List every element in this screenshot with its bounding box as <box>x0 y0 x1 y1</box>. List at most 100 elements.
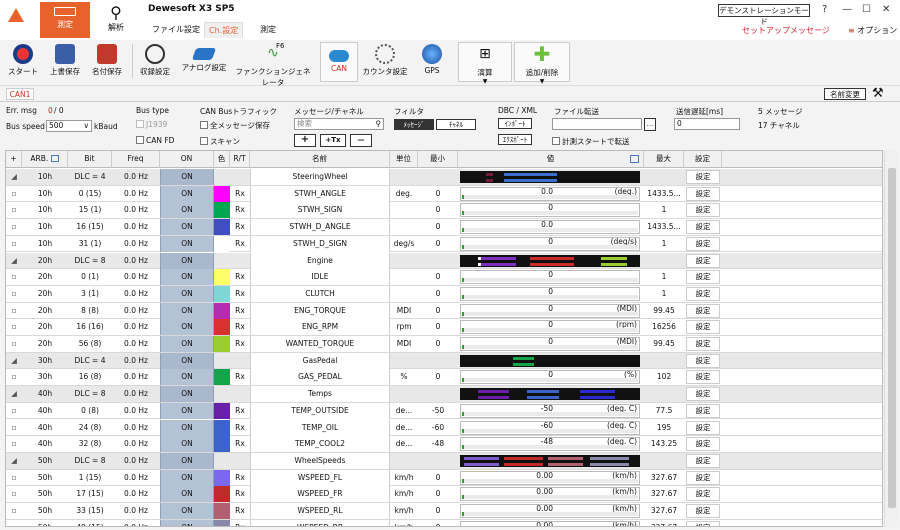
row-handle-icon[interactable]: ▫ <box>6 420 22 436</box>
settings-button[interactable]: 設定 <box>686 387 720 402</box>
on-toggle[interactable]: ON <box>160 419 214 436</box>
can-fd-checkbox[interactable]: CAN FD <box>136 136 174 145</box>
max-cell[interactable]: 1 <box>644 286 684 302</box>
settings-button[interactable]: 設定 <box>686 337 720 351</box>
on-toggle[interactable]: ON <box>160 336 214 352</box>
minimize-button[interactable]: — <box>842 4 852 15</box>
channel-row[interactable]: ▫ 40h 24 (8) 0.0 Hz ON Rx TEMP_OIL de... -60 -60(… <box>6 419 882 437</box>
settings-button[interactable]: 設定 <box>686 370 720 385</box>
on-toggle[interactable]: ON <box>160 235 214 252</box>
name-cell[interactable]: GAS_PEDAL <box>250 369 390 386</box>
unit-cell[interactable]: km/h <box>390 486 418 502</box>
min-cell[interactable]: 0 <box>418 186 458 202</box>
max-cell[interactable]: 1433.5... <box>644 219 684 235</box>
unit-cell[interactable]: de... <box>390 403 418 419</box>
min-cell[interactable]: 0 <box>418 219 458 235</box>
name-cell[interactable]: ENG_RPM <box>250 319 390 336</box>
channel-color-swatch[interactable] <box>214 369 230 386</box>
settings-button[interactable]: 設定 <box>686 403 720 418</box>
scan-checkbox[interactable]: スキャン <box>200 136 240 147</box>
vertical-scrollbar[interactable] <box>884 150 897 527</box>
channel-color-swatch[interactable] <box>214 436 230 453</box>
acquisition-settings-button[interactable]: 収録設定 <box>136 42 174 82</box>
min-cell[interactable]: 0 <box>418 520 458 526</box>
on-toggle[interactable]: ON <box>160 436 214 453</box>
min-cell[interactable]: 0 <box>418 303 458 319</box>
channel-color-swatch[interactable] <box>214 302 230 319</box>
message-row[interactable]: ◢ 40h DLC = 8 0.0 Hz ON Temps 設定 <box>6 386 882 403</box>
row-handle-icon[interactable]: ▫ <box>6 303 22 319</box>
file-transfer-input[interactable] <box>552 118 642 130</box>
add-tx-button[interactable]: +Tx <box>320 134 346 147</box>
start-button[interactable]: スタート <box>6 42 40 82</box>
name-cell[interactable]: SteeringWheel <box>250 169 390 185</box>
channel-row[interactable]: ▫ 20h 8 (8) 0.0 Hz ON Rx ENG_TORQUE MDI 0 0 (MDI) 9… <box>6 302 882 320</box>
on-toggle[interactable]: ON <box>160 169 214 185</box>
import-button[interactable]: ｲﾝﾎﾟｰﾄ <box>498 118 532 129</box>
tab-measure[interactable]: 測定 <box>256 22 280 37</box>
overwrite-save-button[interactable]: 上書保存 <box>46 42 84 82</box>
name-cell[interactable]: WheelSpeeds <box>250 452 390 469</box>
header-expand[interactable]: + <box>6 151 22 168</box>
max-cell[interactable]: 16256 <box>644 319 684 335</box>
name-cell[interactable]: WSPEED_RR <box>250 519 390 526</box>
channel-row[interactable]: ▫ 20h 16 (16) 0.0 Hz ON Rx ENG_RPM rpm 0 0 (rpm) 16… <box>6 319 882 336</box>
j1939-checkbox[interactable]: J1939 <box>136 120 167 129</box>
min-cell[interactable]: 0 <box>418 470 458 486</box>
demo-mode-button[interactable]: デモンストレーションモード <box>718 4 810 26</box>
max-cell[interactable]: 102 <box>644 369 684 385</box>
max-cell[interactable]: 327.67 <box>644 503 684 519</box>
name-cell[interactable]: IDLE <box>250 269 390 286</box>
unit-cell[interactable]: de... <box>390 420 418 436</box>
search-input[interactable]: 検索 ⚲ <box>294 118 384 130</box>
min-cell[interactable]: 0 <box>418 503 458 519</box>
on-toggle[interactable]: ON <box>160 469 214 486</box>
channel-row[interactable]: ▫50h49 (15)0.0 HzON RxWSPEED_RRkm/h0 0.00 (… <box>6 519 882 526</box>
name-cell[interactable]: WANTED_TORQUE <box>250 336 390 352</box>
row-handle-icon[interactable]: ▫ <box>6 269 22 285</box>
message-row[interactable]: ◢ 30h DLC = 4 0.0 Hz ON GasPedal 設定 <box>6 352 882 370</box>
on-toggle[interactable]: ON <box>160 185 214 202</box>
channel-color-swatch[interactable] <box>214 185 230 202</box>
settings-button[interactable]: 設定 <box>686 236 720 251</box>
min-cell[interactable]: 0 <box>418 202 458 218</box>
channel-color-swatch[interactable] <box>214 219 230 236</box>
name-cell[interactable]: WSPEED_FR <box>250 486 390 503</box>
header-unit[interactable]: 単位 <box>390 151 418 168</box>
channel-row[interactable]: ▫ 40h 0 (8) 0.0 Hz ON Rx TEMP_OUTSIDE de... -50-… <box>6 402 882 420</box>
min-cell[interactable]: -60 <box>418 420 458 436</box>
export-button[interactable]: ｴｸｽﾎﾟｰﾄ <box>498 134 532 145</box>
header-max[interactable]: 最大 <box>644 151 684 168</box>
settings-button[interactable]: 設定 <box>686 186 720 201</box>
header-rt[interactable]: R/T <box>230 151 250 168</box>
collapse-toggle-icon[interactable]: ◢ <box>6 353 22 369</box>
message-row[interactable]: ◢ 20h DLC = 8 0.0 Hz ON Engine 設定 <box>6 252 882 270</box>
min-cell[interactable]: -50 <box>418 403 458 419</box>
min-cell[interactable]: -48 <box>418 436 458 452</box>
name-cell[interactable]: GasPedal <box>250 352 390 369</box>
rename-button[interactable]: 名前変更 <box>824 88 866 100</box>
name-cell[interactable]: STWH_D_ANGLE <box>250 219 390 236</box>
row-handle-icon[interactable]: ▫ <box>6 219 22 235</box>
on-toggle[interactable]: ON <box>160 486 214 503</box>
on-toggle[interactable]: ON <box>160 452 214 469</box>
scrollbar-thumb[interactable] <box>888 168 896 508</box>
row-handle-icon[interactable]: ▫ <box>6 236 22 252</box>
math-button[interactable]: ⊞ 演算 ▼ <box>458 42 512 85</box>
settings-button[interactable]: 設定 <box>686 303 720 318</box>
bus-speed-select[interactable]: 500 ∨ <box>46 120 92 132</box>
collapse-toggle-icon[interactable]: ◢ <box>6 253 22 269</box>
row-handle-icon[interactable]: ▫ <box>6 336 22 352</box>
on-toggle[interactable]: ON <box>160 219 214 236</box>
settings-button[interactable]: 設定 <box>686 270 720 285</box>
row-handle-icon[interactable]: ▫ <box>6 186 22 202</box>
channel-color-swatch[interactable] <box>214 269 230 286</box>
collapse-toggle-icon[interactable]: ◢ <box>6 386 22 402</box>
options-menu[interactable]: ≡ オプション <box>848 25 897 36</box>
channel-row[interactable]: ▫ 50h 17 (15) 0.0 Hz ON Rx WSPEED_FR km/h 0 0.00(… <box>6 486 882 503</box>
message-row[interactable]: ◢ 50h DLC = 8 0.0 Hz ON WheelSpeeds 設定 <box>6 452 882 470</box>
header-bit[interactable]: Bit <box>68 151 112 168</box>
min-cell[interactable]: 0 <box>418 369 458 385</box>
settings-button[interactable]: 設定 <box>686 253 720 268</box>
unit-cell[interactable]: MDI <box>390 303 418 319</box>
